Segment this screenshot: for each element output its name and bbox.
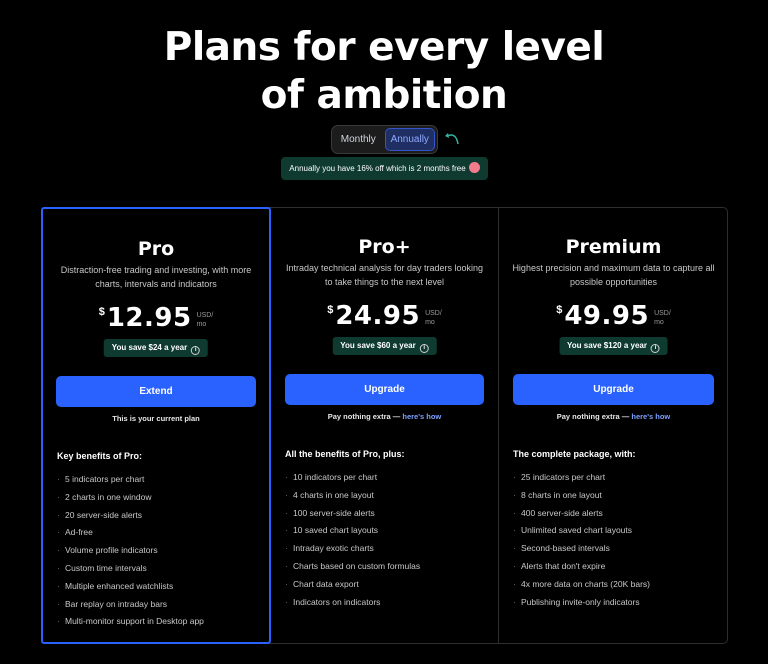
- page-title-line-1: Plans for every level: [163, 25, 605, 70]
- annual-savings-text: Annually you have 16% off which is 2 mon…: [289, 164, 466, 173]
- plan-name: Pro: [137, 238, 175, 260]
- price-amount: 49.95: [564, 301, 650, 331]
- yearly-savings-badge: You save $60 a year i: [332, 337, 437, 355]
- benefits-title: All the benefits of Pro, plus:: [285, 449, 405, 459]
- plan-price: $ 12.95 USD/mo: [43, 302, 269, 333]
- benefits-title: The complete package, with:: [513, 449, 636, 459]
- benefit-item: 4x more data on charts (20K bars): [513, 576, 718, 594]
- page-title-line-2: of ambition: [260, 73, 508, 118]
- benefit-item: Multiple enhanced watchlists: [57, 578, 259, 596]
- upgrade-button[interactable]: Upgrade: [513, 374, 714, 405]
- heart-eyes-emoji-icon: [468, 162, 480, 174]
- price-period: USD/mo: [654, 309, 671, 327]
- monthly-toggle-button[interactable]: Monthly: [334, 128, 383, 151]
- current-plan-note: This is your current plan: [112, 414, 200, 423]
- extend-button[interactable]: Extend: [56, 376, 256, 407]
- pay-nothing-text: Pay nothing extra —: [327, 412, 401, 421]
- pay-nothing-note: Pay nothing extra — here's how: [271, 412, 498, 421]
- benefit-item: 8 charts in one layout: [513, 487, 718, 505]
- currency-symbol: $: [98, 306, 105, 318]
- benefit-item: Multi-monitor support in Desktop app: [57, 613, 259, 631]
- price-amount: 24.95: [335, 301, 421, 331]
- yearly-savings-text: You save $24 a year: [111, 343, 188, 352]
- plan-name: Premium: [565, 236, 662, 258]
- benefits-list: 10 indicators per chart 4 charts in one …: [285, 469, 488, 611]
- price-period: USD/mo: [197, 311, 214, 329]
- info-icon[interactable]: i: [650, 344, 660, 353]
- benefit-item: 100 server-side alerts: [285, 505, 488, 523]
- yearly-savings-badge: You save $24 a year i: [103, 339, 209, 357]
- price-per-month: mo: [425, 319, 435, 326]
- annually-toggle-button[interactable]: Annually: [384, 128, 435, 151]
- yearly-savings-badge: You save $120 a year i: [559, 337, 668, 355]
- upgrade-button[interactable]: Upgrade: [285, 374, 484, 405]
- benefit-item: Chart data export: [285, 576, 488, 594]
- yearly-savings-text: You save $120 a year: [567, 341, 647, 350]
- price-currency-code: USD/: [425, 310, 442, 317]
- annual-savings-banner: Annually you have 16% off which is 2 mon…: [281, 157, 488, 180]
- info-icon[interactable]: i: [419, 344, 429, 353]
- plan-price: $ 49.95 USD/mo: [499, 300, 728, 331]
- benefit-item: Volume profile indicators: [57, 542, 259, 560]
- heres-how-link[interactable]: here's how: [631, 412, 670, 421]
- currency-symbol: $: [556, 304, 563, 316]
- benefit-item: Charts based on custom formulas: [285, 558, 488, 576]
- price-amount: 12.95: [106, 303, 192, 333]
- plan-description: Intraday technical analysis for day trad…: [285, 263, 484, 287]
- benefits-title: Key benefits of Pro:: [57, 451, 143, 461]
- page-title: Plans for every level of ambition: [0, 24, 768, 120]
- benefits-list: 5 indicators per chart 2 charts in one w…: [57, 471, 259, 631]
- price-per-month: mo: [654, 319, 664, 326]
- yearly-savings-text: You save $60 a year: [340, 341, 416, 350]
- plan-description: Highest precision and maximum data to ca…: [512, 263, 715, 287]
- benefit-item: Second-based intervals: [513, 540, 718, 558]
- benefit-item: Custom time intervals: [57, 560, 259, 578]
- benefit-item: 4 charts in one layout: [285, 487, 488, 505]
- benefit-item: Bar replay on intraday bars: [57, 596, 259, 614]
- benefits-list: 25 indicators per chart 8 charts in one …: [513, 469, 718, 611]
- billing-toggle: Monthly Annually: [331, 125, 438, 154]
- benefit-item: Ad-free: [57, 524, 259, 542]
- benefit-item: Publishing invite-only indicators: [513, 594, 718, 612]
- price-currency-code: USD/: [654, 310, 671, 317]
- benefit-item: 25 indicators per chart: [513, 469, 718, 487]
- price-currency-code: USD/: [196, 312, 214, 319]
- benefit-item: Unlimited saved chart layouts: [513, 522, 718, 540]
- pay-nothing-text: Pay nothing extra —: [556, 412, 630, 421]
- plan-name: Pro+: [358, 236, 411, 258]
- benefit-item: 2 charts in one window: [57, 489, 259, 507]
- curved-arrow-icon: [445, 133, 459, 145]
- heres-how-link[interactable]: here's how: [402, 412, 441, 421]
- benefit-item: 10 saved chart layouts: [285, 522, 488, 540]
- benefit-item: Intraday exotic charts: [285, 540, 488, 558]
- benefit-item: 400 server-side alerts: [513, 505, 718, 523]
- benefit-item: Alerts that don't expire: [513, 558, 718, 576]
- price-per-month: mo: [196, 321, 207, 328]
- plan-price: $ 24.95 USD/mo: [271, 300, 498, 331]
- benefit-item: 10 indicators per chart: [285, 469, 488, 487]
- plan-card-pro-plus: Pro+ Intraday technical analysis for day…: [271, 207, 499, 644]
- pay-nothing-note: Pay nothing extra — here's how: [499, 412, 728, 421]
- plan-card-premium: Premium Highest precision and maximum da…: [499, 207, 728, 644]
- benefit-item: 20 server-side alerts: [57, 507, 259, 525]
- benefit-item: Indicators on indicators: [285, 594, 488, 612]
- info-icon[interactable]: i: [191, 346, 201, 355]
- plan-card-pro: Pro Distraction-free trading and investi…: [41, 207, 271, 644]
- currency-symbol: $: [327, 304, 334, 316]
- benefit-item: 5 indicators per chart: [57, 471, 259, 489]
- plan-description: Distraction-free trading and investing, …: [60, 265, 252, 289]
- price-period: USD/mo: [425, 309, 442, 327]
